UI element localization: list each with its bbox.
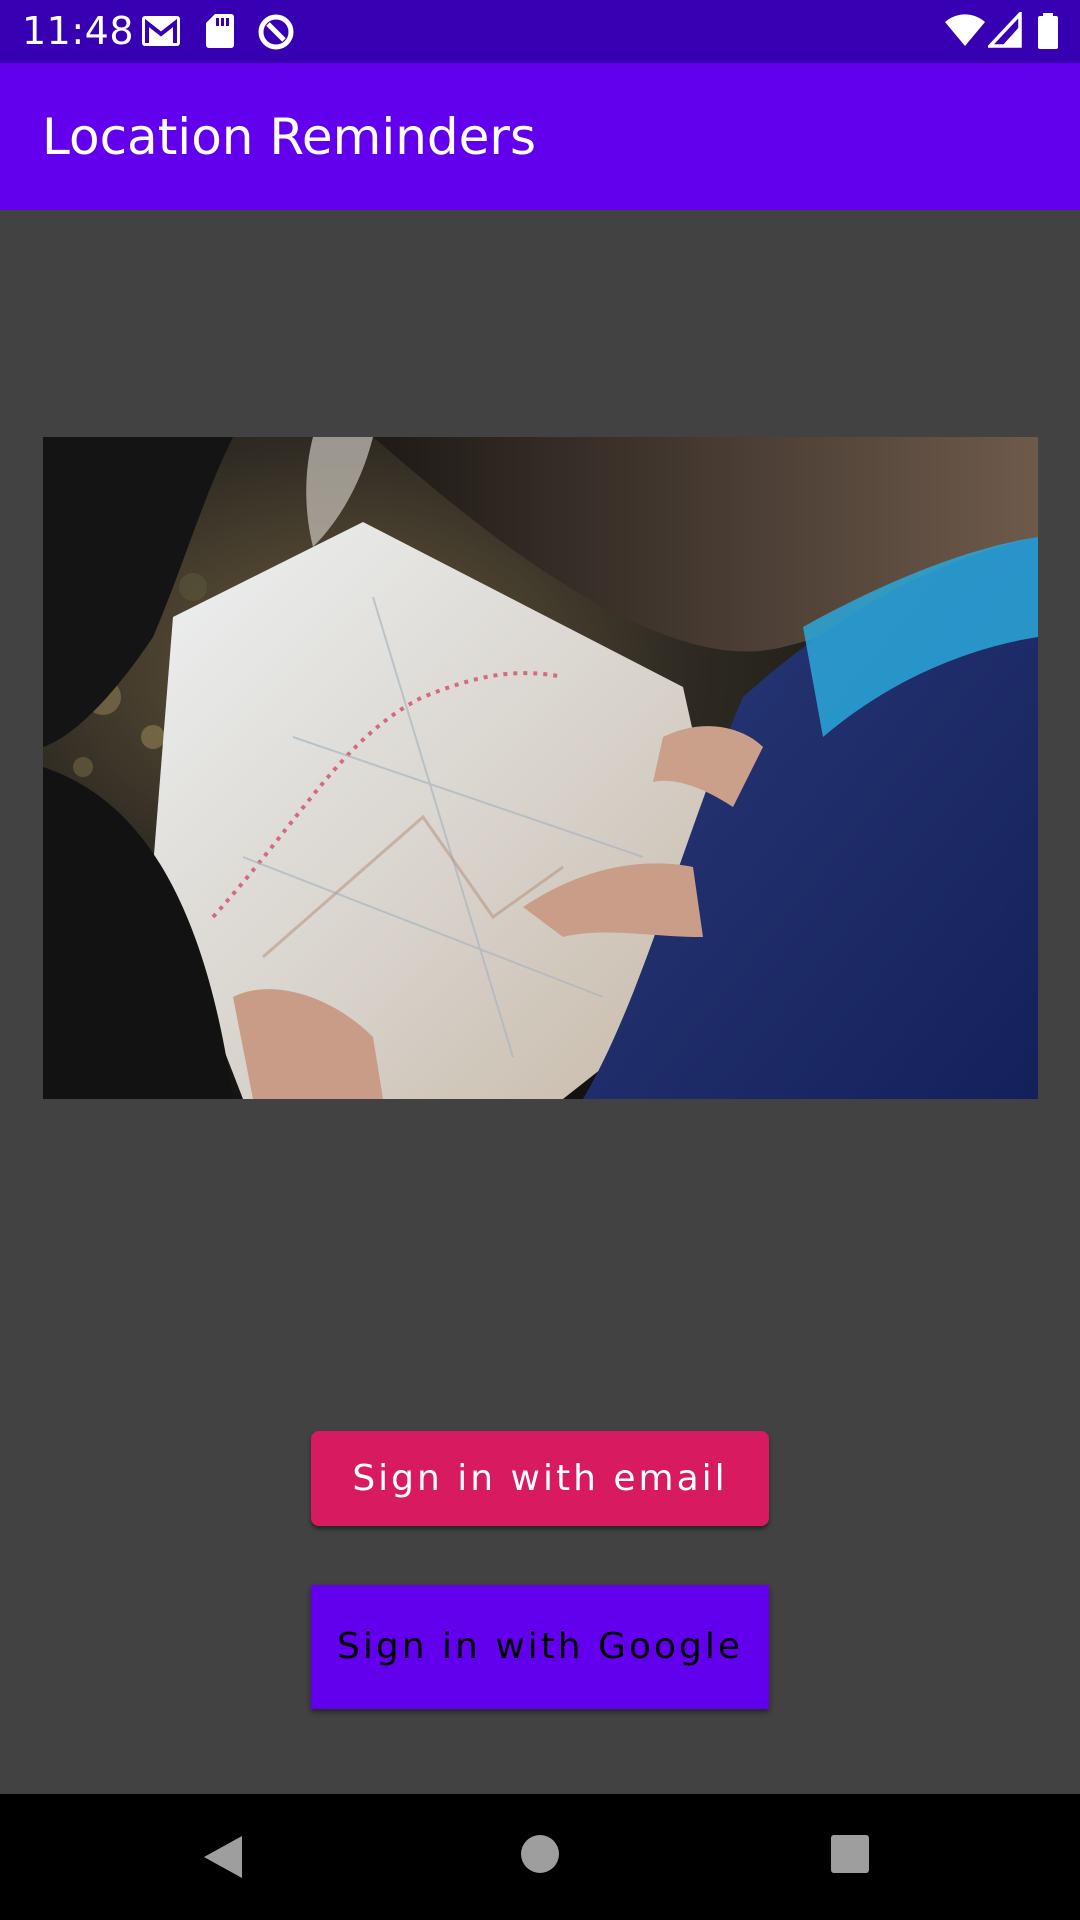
sign-in-google-button[interactable]: Sign in with Google: [311, 1585, 769, 1709]
status-bar: 11:48: [0, 0, 1080, 63]
app-title: Location Reminders: [42, 108, 537, 166]
cell-signal-icon: [988, 12, 1022, 48]
wifi-icon: [945, 14, 985, 46]
login-content: Sign in with email Sign in with Google: [0, 210, 1080, 1794]
sd-card-icon: [206, 14, 234, 48]
back-icon[interactable]: [202, 1834, 244, 1880]
battery-icon: [1038, 13, 1058, 49]
data-saver-icon: [258, 14, 294, 50]
app-bar: Location Reminders: [0, 63, 1080, 210]
people-reading-map-photo: [43, 437, 1038, 1099]
gmail-icon: [142, 16, 180, 46]
status-time: 11:48: [22, 9, 135, 53]
hero-image: [43, 437, 1038, 1099]
navigation-bar: [0, 1794, 1080, 1920]
sign-in-email-button[interactable]: Sign in with email: [311, 1431, 769, 1526]
recents-icon[interactable]: [830, 1834, 870, 1874]
home-icon[interactable]: [520, 1834, 560, 1874]
